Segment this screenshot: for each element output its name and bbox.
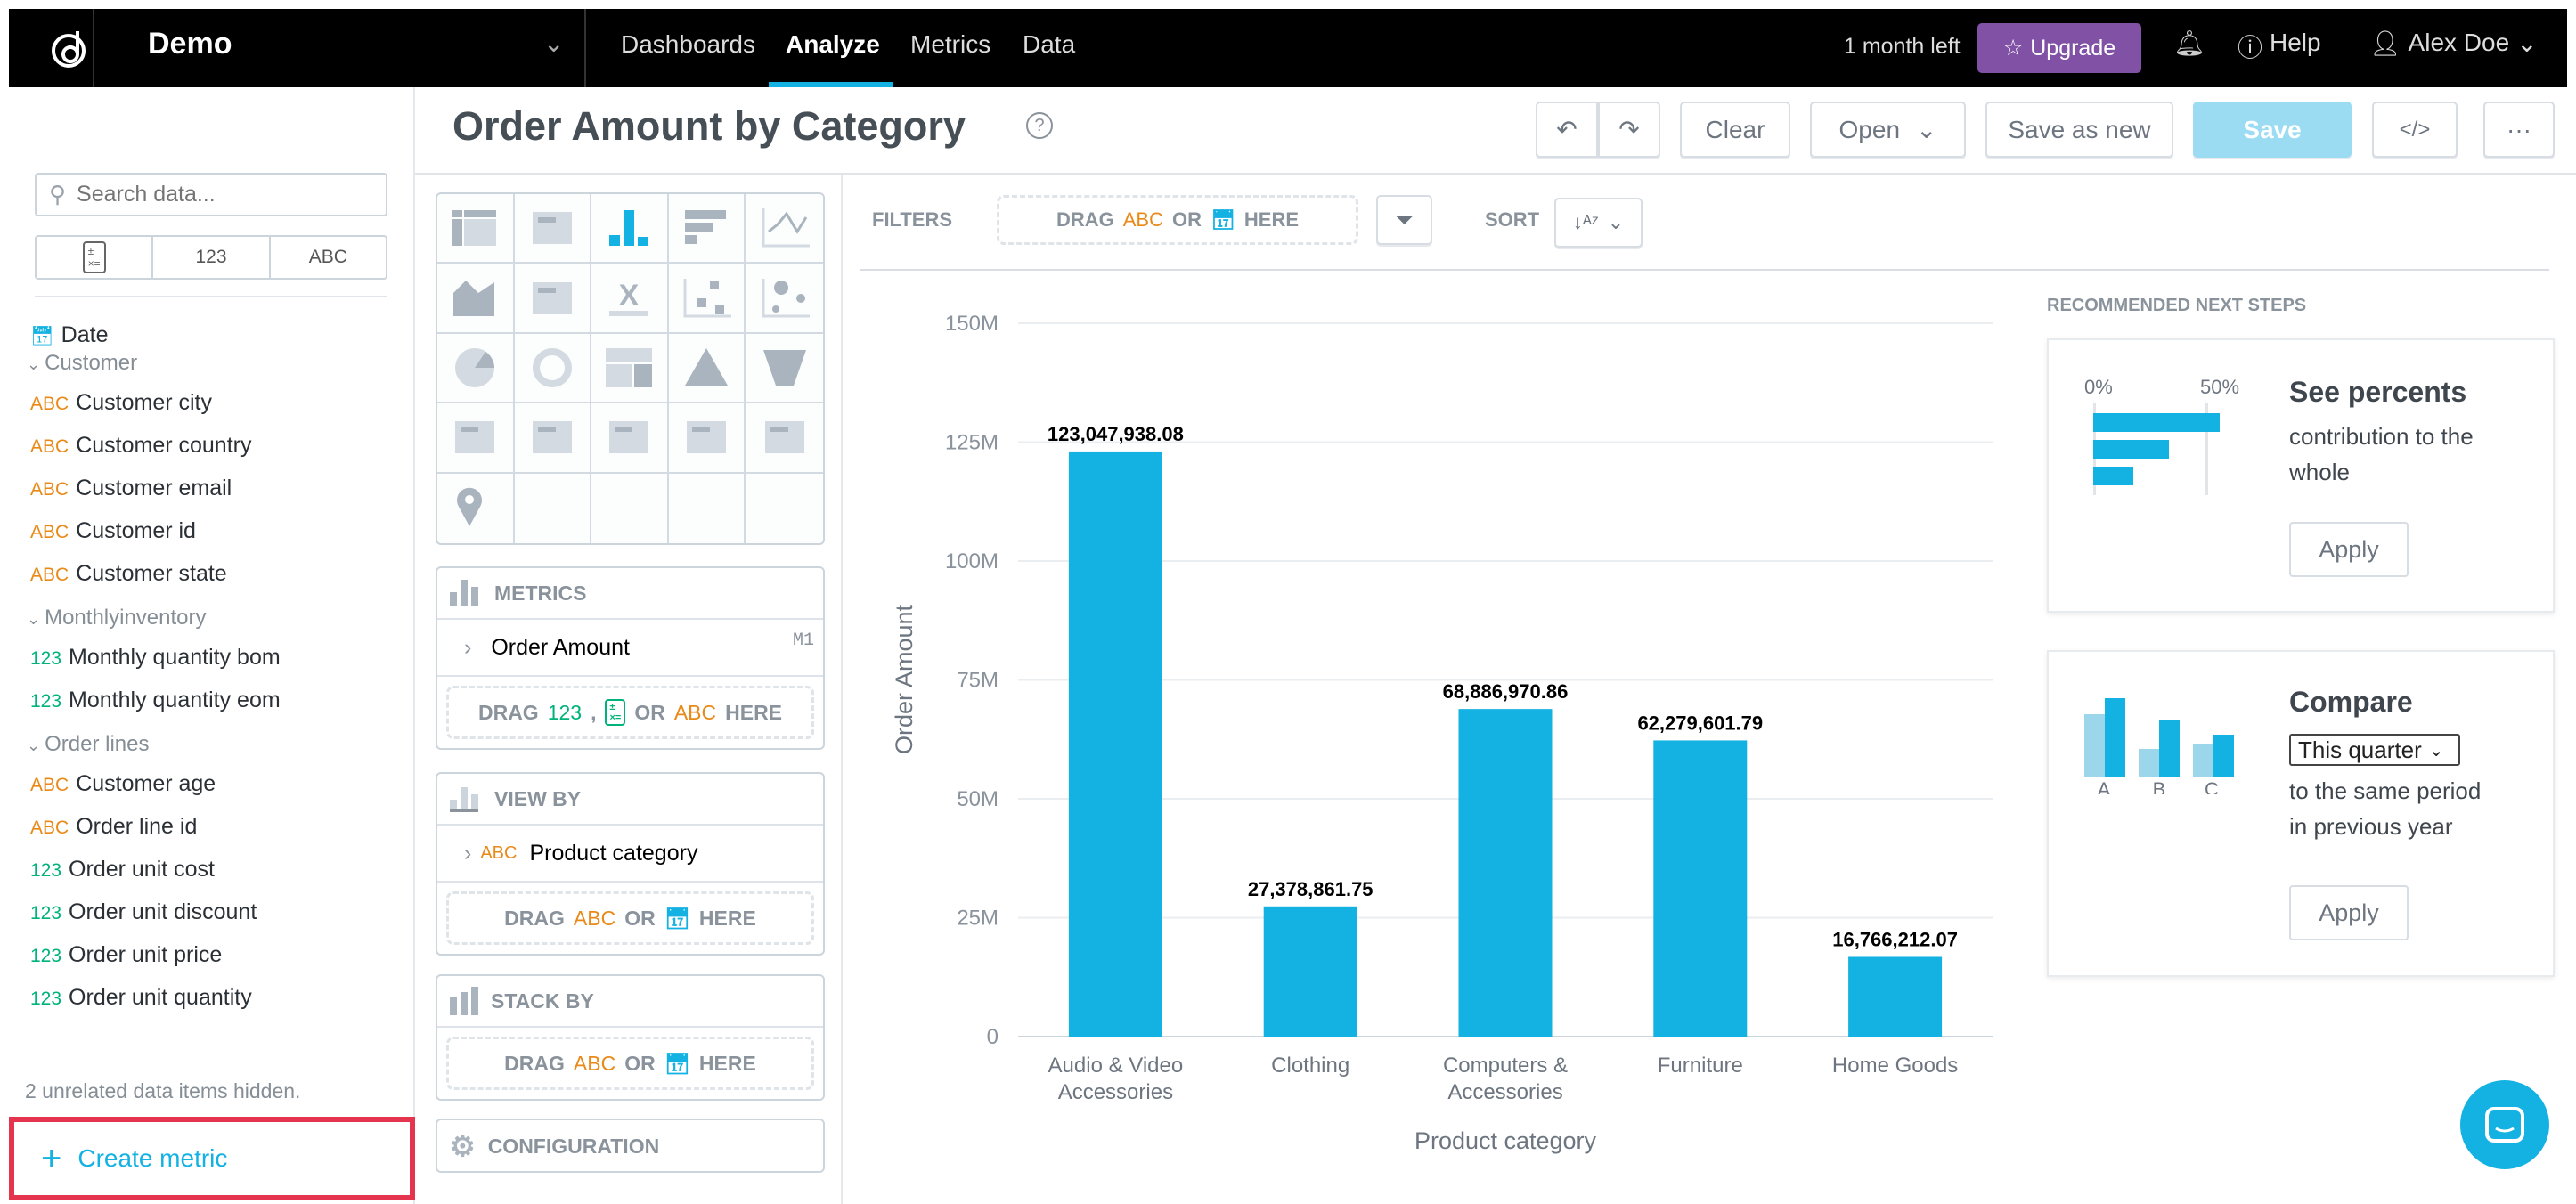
x-axis-title: Product category — [1414, 1127, 1597, 1154]
y-tick-label: 25M — [957, 907, 999, 931]
y-tick-label: 150M — [945, 312, 999, 336]
see-percents-card: 0% 50% See percents contribution to the … — [2047, 338, 2555, 613]
bar[interactable] — [1263, 906, 1357, 1037]
svg-text:B: B — [2153, 778, 2166, 794]
y-axis-title: Order Amount — [891, 604, 917, 754]
chat-button[interactable] — [2460, 1080, 2549, 1169]
data-label: 27,378,861.75 — [1248, 878, 1374, 900]
compare-card: A B C Compare This quarter ⌄ to the same … — [2047, 650, 2555, 977]
bar[interactable] — [1458, 709, 1553, 1037]
recommendations-title: RECOMMENDED NEXT STEPS — [2047, 296, 2307, 315]
chevron-down-icon: ⌄ — [2428, 740, 2444, 761]
svg-text:C: C — [2205, 778, 2219, 794]
y-tick-label: 125M — [945, 431, 999, 455]
y-tick-label: 100M — [945, 549, 999, 574]
bar[interactable] — [1848, 956, 1943, 1037]
x-tick-label: Computers & Accessories — [1443, 1054, 1568, 1104]
bar[interactable] — [1653, 740, 1748, 1037]
y-tick-label: 0 — [987, 1025, 999, 1049]
data-label: 123,047,938.08 — [1048, 423, 1184, 445]
chat-icon — [2485, 1107, 2524, 1143]
x-tick-label: Audio & Video Accessories — [1048, 1054, 1184, 1104]
period-select[interactable]: This quarter ⌄ — [2289, 734, 2460, 766]
bar[interactable] — [1068, 451, 1162, 1037]
y-tick-label: 50M — [957, 787, 999, 811]
x-tick-label: Home Goods — [1832, 1054, 1958, 1078]
apply-percents-button[interactable]: Apply — [2289, 522, 2409, 577]
percents-illustration — [2093, 403, 2220, 495]
svg-text:A: A — [2098, 778, 2111, 794]
data-label: 68,886,970.86 — [1443, 680, 1569, 703]
data-label: 62,279,601.79 — [1637, 712, 1763, 734]
data-label: 16,766,212.07 — [1832, 928, 1958, 950]
x-tick-label: Furniture — [1658, 1054, 1743, 1078]
apply-compare-button[interactable]: Apply — [2289, 885, 2409, 940]
compare-illustration: A B C — [2084, 698, 2234, 794]
x-tick-label: Clothing — [1271, 1054, 1349, 1078]
y-tick-label: 75M — [957, 669, 999, 693]
